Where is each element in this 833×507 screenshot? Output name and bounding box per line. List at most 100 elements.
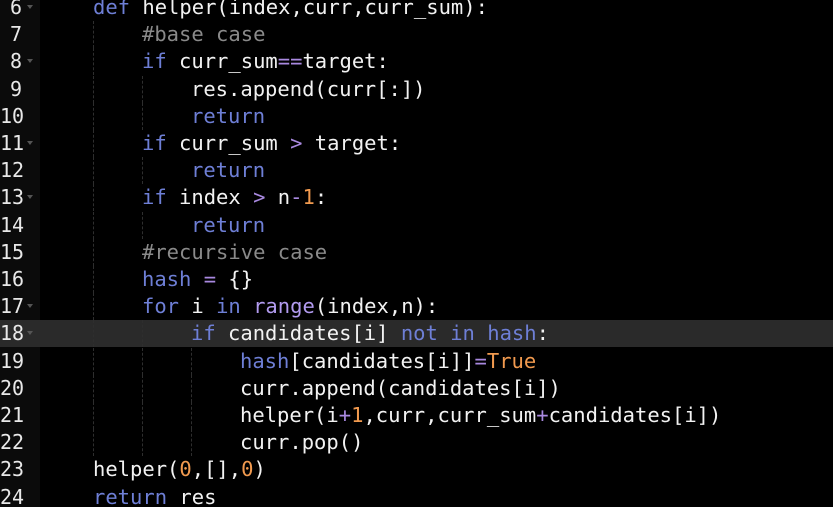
code-line[interactable]: 16 hash = {} [0,266,833,293]
code-text: if index > n-1: [142,184,327,211]
code-token: res.append(curr[:]) [191,76,426,101]
line-number: 24 [0,484,25,507]
code-line[interactable]: 17 for i in range(index,n): [0,293,833,321]
code-token: if [142,131,167,155]
line-number: 17 [0,294,25,319]
line-number: 19 [0,348,25,373]
code-line[interactable]: 6 def helper(index,curr,curr_sum): [0,0,833,21]
indent-guide [93,402,94,429]
line-number: 22 [0,430,25,455]
code-line[interactable]: 15 #recursive case [0,238,833,266]
code-token: if [142,49,167,74]
code-token: curr_sum [166,49,278,74]
fold-arrow-icon[interactable] [27,5,33,9]
code-line[interactable]: 18 if candidates[i] not in hash: [0,320,833,348]
code-token: in [450,321,475,346]
code-line[interactable]: 7 #base case [0,21,833,49]
code-text: for i in range(index,n): [142,293,438,320]
code-token: if [191,321,216,346]
fold-arrow-icon[interactable] [27,304,33,309]
indent-guide [93,130,94,157]
code-token: helper( [93,457,180,482]
line-number: 8 [9,49,22,74]
indent-guide [191,402,192,429]
code-token: res [167,484,217,507]
indent-guide [142,211,143,239]
code-token: helper(i [240,403,339,427]
code-line[interactable]: 21 helper(i+1,curr,curr_sum+candidates[i]… [0,402,833,429]
indent-guide [142,402,143,429]
code-line[interactable]: 11 if curr_sum > target: [0,130,833,157]
code-token: ) [253,457,266,482]
code-text: def helper(index,curr,curr_sum): [93,0,488,21]
code-token: (index,n): [314,294,439,319]
fold-arrow-icon[interactable] [27,195,33,200]
code-text: hash[candidates[i]]=True [240,348,536,375]
code-token: range [253,294,315,319]
code-token: candidates[i]) [548,403,722,427]
indent-guide [93,238,94,266]
code-line[interactable]: 8 if curr_sum==target: [0,48,833,76]
code-token: curr.pop() [240,430,364,455]
code-token: == [277,49,303,74]
code-token: return [191,212,266,237]
code-line[interactable]: 13 if index > n-1: [0,184,833,212]
code-token: > [290,131,303,155]
code-editor[interactable]: 6 def helper(index,curr,curr_sum): 7 #base … [0,0,833,507]
code-token: curr.append(candidates[i]) [240,375,561,400]
code-token: not [400,321,438,346]
code-text: if candidates[i] not in hash: [191,320,549,347]
code-line[interactable]: 10 return [0,102,833,130]
indent-guide [93,184,94,212]
line-number: 23 [0,457,25,482]
indent-guide [142,347,143,375]
code-token: in [216,294,241,319]
code-text: res.append(curr[:]) [191,76,426,103]
indent-guide [93,429,94,457]
indent-guide [93,102,94,130]
code-token: True [486,348,537,373]
code-token: target: [302,131,402,155]
indent-guide [93,75,94,103]
code-token: #base case [142,22,266,47]
code-token: 0 [241,457,254,482]
code-line[interactable]: 24 return res [0,484,833,507]
line-number: 13 [0,185,25,210]
code-line[interactable]: 19 hash[candidates[i]]=True [0,347,833,375]
code-token: + [536,403,549,427]
code-token: ,curr,curr_sum [363,403,537,427]
line-number: 11 [0,131,25,155]
code-token: : [314,185,328,210]
indent-guide [142,157,143,185]
code-token: index [166,185,254,210]
code-token: candidates[i] [215,321,401,346]
fold-arrow-icon[interactable] [27,141,33,145]
code-line[interactable]: 14 return [0,211,833,239]
code-token: target: [302,49,389,74]
fold-arrow-icon[interactable] [27,59,33,64]
code-text: #base case [142,21,265,48]
indent-guide [142,75,143,103]
code-line[interactable]: 12 return [0,157,833,185]
code-token: - [290,185,303,210]
code-line[interactable]: 9 res.append(curr[:]) [0,75,833,103]
code-token: + [338,403,352,427]
code-text: helper(i+1,curr,curr_sum+candidates[i]) [240,402,721,429]
code-text: hash = {} [142,266,253,293]
indent-guide [93,21,94,49]
fold-arrow-icon[interactable] [27,331,33,336]
code-line[interactable]: 23 helper(0,[],0) [0,456,833,483]
code-line[interactable]: 22 curr.pop() [0,429,833,457]
code-token: return [191,158,266,183]
code-line[interactable]: 20 curr.append(candidates[i]) [0,374,833,402]
code-text: return [191,212,265,239]
code-token: [candidates[i]] [289,348,475,373]
code-token: = [474,348,487,373]
code-token: if [142,185,167,210]
indent-guide [93,374,94,402]
code-token: #recursive case [142,239,328,264]
line-number: 20 [0,375,25,400]
code-token: = [203,267,217,291]
line-number: 7 [9,22,22,47]
